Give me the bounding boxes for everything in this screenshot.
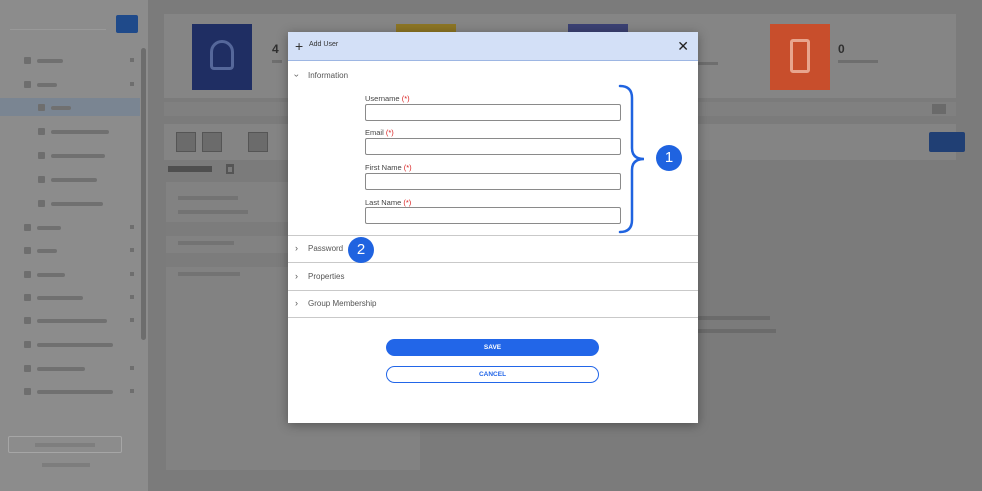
dialog-title: Add User — [309, 41, 339, 48]
filter-icon[interactable] — [226, 164, 234, 174]
device-icon — [790, 39, 810, 73]
sidebar-item[interactable] — [0, 288, 140, 306]
tile-count: 4 — [272, 42, 279, 56]
section-divider — [288, 317, 698, 318]
callout-bracket — [618, 84, 645, 234]
sidebar-item[interactable] — [0, 194, 140, 212]
sidebar-footer-button[interactable] — [8, 436, 122, 453]
sidebar-item[interactable] — [0, 170, 140, 188]
section-password-label: Password — [308, 244, 344, 253]
first-name-field[interactable] — [365, 173, 621, 190]
toolbar-icon[interactable] — [176, 132, 196, 152]
close-icon[interactable]: ✕ — [677, 38, 689, 54]
save-button[interactable]: SAVE — [386, 339, 599, 356]
tile-caption — [698, 62, 718, 65]
chevron-down-icon: › — [292, 74, 302, 77]
callout-badge-1: 1 — [656, 145, 682, 171]
sidebar-item[interactable] — [0, 241, 140, 259]
empty-state-text — [698, 329, 776, 333]
section-information-label: Information — [308, 71, 349, 80]
last-name-field[interactable] — [365, 207, 621, 224]
first-name-label: First Name (*) — [365, 163, 412, 172]
tree-row[interactable] — [178, 210, 248, 214]
section-group-membership-header[interactable]: › Group Membership — [288, 296, 698, 312]
section-divider — [288, 235, 698, 236]
tree-row[interactable] — [178, 272, 240, 276]
empty-state-text — [698, 316, 770, 320]
sidebar-item[interactable] — [0, 51, 140, 69]
sidebar-item[interactable] — [0, 265, 140, 283]
chevron-right-icon: › — [295, 243, 298, 253]
sidebar-item[interactable] — [0, 311, 140, 329]
devices-tile[interactable] — [770, 24, 830, 90]
sidebar-footer-text — [42, 463, 90, 467]
sidebar-item[interactable] — [0, 122, 140, 140]
users-tile[interactable] — [192, 24, 252, 90]
tile-count: 0 — [838, 42, 845, 56]
username-field[interactable] — [365, 104, 621, 121]
section-group-membership-label: Group Membership — [308, 299, 377, 308]
section-divider — [288, 290, 698, 291]
sidebar-item[interactable] — [0, 75, 140, 93]
section-divider — [288, 262, 698, 263]
user-icon — [210, 40, 234, 70]
chevron-right-icon: › — [295, 298, 298, 308]
add-button[interactable] — [929, 132, 965, 152]
callout-badge-2: 2 — [348, 237, 374, 263]
email-label: Email (*) — [365, 128, 394, 137]
sidebar-item[interactable] — [0, 382, 140, 400]
sidebar-item[interactable] — [0, 335, 140, 353]
sidebar-scrollbar[interactable] — [141, 48, 146, 340]
chevron-right-icon: › — [295, 271, 298, 281]
collapse-button[interactable] — [932, 104, 946, 114]
sidebar-item[interactable] — [0, 218, 140, 236]
sidebar-search-button[interactable] — [116, 15, 138, 33]
tile-caption — [838, 60, 878, 63]
tile-caption — [272, 60, 282, 63]
sidebar-search-input[interactable] — [10, 16, 106, 30]
section-properties-header[interactable]: › Properties — [288, 269, 698, 285]
sidebar — [0, 0, 148, 491]
username-label: Username (*) — [365, 94, 410, 103]
sidebar-item[interactable] — [0, 359, 140, 377]
email-field[interactable] — [365, 138, 621, 155]
user-groups-title — [168, 166, 212, 172]
last-name-label: Last Name (*) — [365, 198, 412, 207]
tree-row[interactable] — [178, 241, 234, 245]
tree-row[interactable] — [178, 196, 238, 200]
section-properties-label: Properties — [308, 272, 345, 281]
section-information-header[interactable]: › Information — [288, 68, 698, 84]
plus-icon: + — [295, 38, 304, 54]
dialog-header: + Add User ✕ — [288, 32, 698, 61]
sidebar-item-active[interactable] — [0, 98, 140, 116]
cancel-button[interactable]: CANCEL — [386, 366, 599, 383]
sidebar-item[interactable] — [0, 146, 140, 164]
toolbar-icon[interactable] — [202, 132, 222, 152]
toolbar-icon[interactable] — [248, 132, 268, 152]
